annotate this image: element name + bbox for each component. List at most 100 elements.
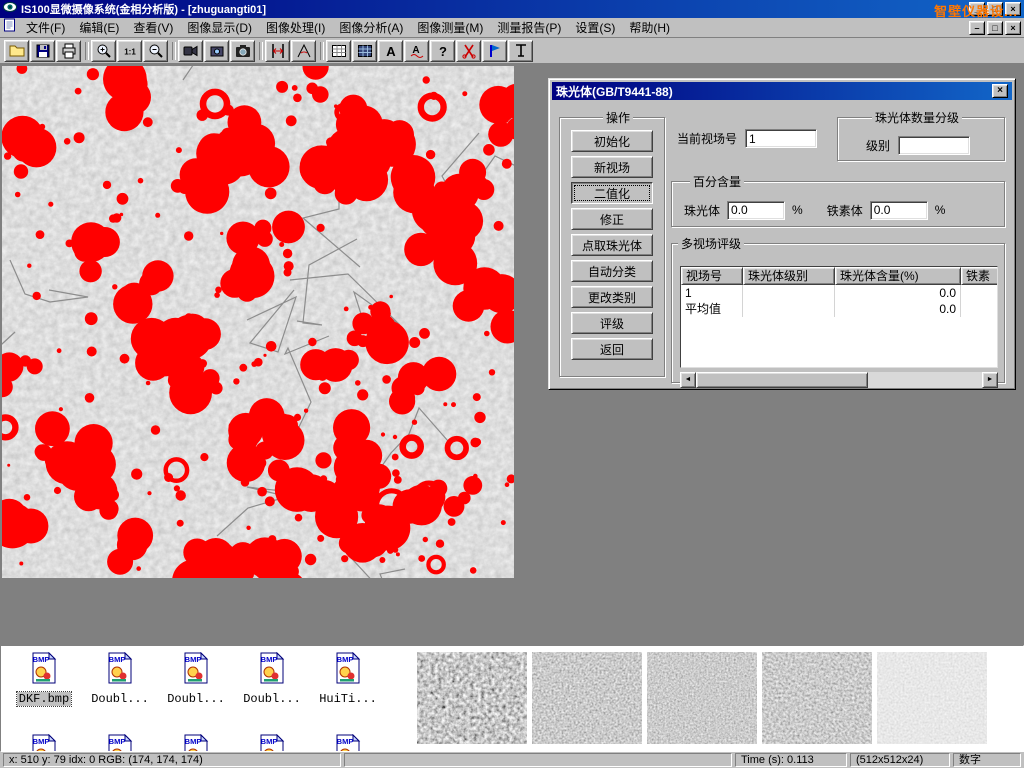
mdi-minimize-button[interactable]: – bbox=[969, 21, 985, 35]
menu-item[interactable]: 图像处理(I) bbox=[259, 17, 332, 38]
annotate-icon[interactable]: A bbox=[404, 40, 429, 62]
current-field-input[interactable] bbox=[745, 129, 817, 148]
toolbar-separator bbox=[82, 40, 91, 62]
zoom-in-icon[interactable] bbox=[91, 40, 116, 62]
file-item[interactable]: BMPDoubl... bbox=[235, 652, 309, 707]
column-header[interactable]: 视场号 bbox=[681, 267, 743, 285]
file-label: Doubl... bbox=[241, 692, 303, 706]
table-cell bbox=[743, 301, 835, 317]
menu-item[interactable]: 编辑(E) bbox=[72, 17, 126, 38]
grid-icon[interactable] bbox=[326, 40, 351, 62]
file-item[interactable]: BMPDoubl... bbox=[159, 652, 233, 707]
file-item-partial[interactable]: BMP bbox=[311, 734, 385, 752]
ferrite-field: 铁素体% bbox=[827, 201, 946, 220]
thumbnail-sample-2[interactable] bbox=[532, 652, 642, 744]
rate-button[interactable]: 评级 bbox=[571, 312, 653, 334]
bmp-file-icon: BMP bbox=[104, 652, 136, 684]
file-item[interactable]: BMPHuiTi... bbox=[311, 652, 385, 707]
cut-icon[interactable] bbox=[456, 40, 481, 62]
thumbnail-sample-3[interactable] bbox=[647, 652, 757, 744]
change-class-button[interactable]: 更改类别 bbox=[571, 286, 653, 308]
help-icon[interactable]: ? bbox=[430, 40, 455, 62]
caliper-icon[interactable] bbox=[265, 40, 290, 62]
svg-text:BMP: BMP bbox=[185, 737, 202, 746]
document-icon bbox=[3, 18, 16, 37]
file-item-partial[interactable]: BMP bbox=[7, 734, 81, 752]
dialog-close-button[interactable]: × bbox=[992, 84, 1008, 98]
camera-icon[interactable] bbox=[230, 40, 255, 62]
dialog-titlebar[interactable]: 珠光体(GB/T9441-88) × bbox=[552, 82, 1012, 100]
bmp-file-icon: BMP bbox=[332, 734, 364, 752]
correct-button[interactable]: 修正 bbox=[571, 208, 653, 230]
status-spacer bbox=[344, 753, 732, 767]
table-hscrollbar[interactable]: ◄ ► bbox=[680, 372, 998, 388]
file-item[interactable]: BMPDKF.bmp bbox=[7, 652, 81, 707]
grid-dark-icon[interactable] bbox=[352, 40, 377, 62]
image-capture-icon[interactable] bbox=[204, 40, 229, 62]
marker-icon[interactable] bbox=[482, 40, 507, 62]
menu-item[interactable]: 图像显示(D) bbox=[180, 17, 259, 38]
table-cell: 0.0 bbox=[835, 285, 961, 301]
percent-group: 百分含量 珠光体%铁素体% bbox=[671, 173, 1005, 227]
thumbnail-sample-5[interactable] bbox=[877, 652, 987, 744]
table-row[interactable]: 10.0 bbox=[681, 285, 998, 301]
pearlite-input[interactable] bbox=[727, 201, 785, 220]
font-icon[interactable]: A bbox=[378, 40, 403, 62]
pick-pearlite-button[interactable]: 点取珠光体 bbox=[571, 234, 653, 256]
metallographic-image[interactable] bbox=[2, 66, 514, 578]
file-item-partial[interactable]: BMP bbox=[159, 734, 233, 752]
percent-unit-label: % bbox=[935, 203, 946, 217]
thumbnail-sample-4[interactable] bbox=[762, 652, 872, 744]
print-icon[interactable] bbox=[56, 40, 81, 62]
bmp-file-icon: BMP bbox=[28, 652, 60, 684]
init-button[interactable]: 初始化 bbox=[571, 130, 653, 152]
file-label: Doubl... bbox=[165, 692, 227, 706]
open-icon[interactable] bbox=[4, 40, 29, 62]
pearlite-field: 珠光体% bbox=[684, 201, 803, 220]
table-cell bbox=[961, 285, 998, 301]
file-item-partial[interactable]: BMP bbox=[83, 734, 157, 752]
app-logo-icon bbox=[3, 0, 17, 19]
scroll-track[interactable] bbox=[696, 372, 982, 388]
file-label: HuiTi... bbox=[317, 692, 379, 706]
return-button[interactable]: 返回 bbox=[571, 338, 653, 360]
zoom-out-icon[interactable] bbox=[143, 40, 168, 62]
menu-item[interactable]: 帮助(H) bbox=[622, 17, 677, 38]
multifield-group-label: 多视场评级 bbox=[678, 235, 744, 252]
app-window: IS100显微摄像系统(金相分析版) - [zhuguangti01] _ □ … bbox=[0, 0, 1024, 768]
column-header[interactable]: 铁素 bbox=[961, 267, 998, 285]
new-field-button[interactable]: 新视场 bbox=[571, 156, 653, 178]
video-capture-icon[interactable] bbox=[178, 40, 203, 62]
column-header[interactable]: 珠光体级别 bbox=[743, 267, 835, 285]
scroll-thumb[interactable] bbox=[696, 372, 868, 388]
file-item-partial[interactable]: BMP bbox=[235, 734, 309, 752]
menu-item[interactable]: 图像测量(M) bbox=[410, 17, 490, 38]
thumbnail-sample-1[interactable] bbox=[417, 652, 527, 744]
table-row[interactable]: 平均值0.0 bbox=[681, 301, 998, 317]
mdi-restore-button[interactable]: □ bbox=[987, 21, 1003, 35]
file-list-second-row: BMPBMPBMPBMPBMP bbox=[7, 734, 387, 752]
grade-level-input[interactable] bbox=[898, 136, 970, 155]
file-list: BMPDKF.bmpBMPDoubl...BMPDoubl...BMPDoubl… bbox=[7, 652, 387, 707]
column-header[interactable]: 珠光体含量(%) bbox=[835, 267, 961, 285]
angle-measure-icon[interactable] bbox=[291, 40, 316, 62]
mdi-close-button[interactable]: × bbox=[1005, 21, 1021, 35]
binarize-button[interactable]: 二值化 bbox=[571, 182, 653, 204]
cursor-position-readout: x: 510 y: 79 idx: 0 RGB: (174, 174, 174) bbox=[3, 753, 341, 767]
status-time: Time (s): 0.113 bbox=[735, 753, 847, 767]
file-item[interactable]: BMPDoubl... bbox=[83, 652, 157, 707]
menu-item[interactable]: 文件(F) bbox=[19, 17, 72, 38]
table-cell: 平均值 bbox=[681, 301, 743, 317]
ferrite-input[interactable] bbox=[870, 201, 928, 220]
menu-items: 文件(F)编辑(E)查看(V)图像显示(D)图像处理(I)图像分析(A)图像测量… bbox=[19, 17, 969, 38]
save-icon[interactable] bbox=[30, 40, 55, 62]
menu-item[interactable]: 图像分析(A) bbox=[332, 17, 410, 38]
auto-classify-button[interactable]: 自动分类 bbox=[571, 260, 653, 282]
one-to-one-icon[interactable]: 1:1 bbox=[117, 40, 142, 62]
menu-item[interactable]: 查看(V) bbox=[126, 17, 180, 38]
stand-icon[interactable] bbox=[508, 40, 533, 62]
scroll-left-button[interactable]: ◄ bbox=[680, 372, 696, 388]
scroll-right-button[interactable]: ► bbox=[982, 372, 998, 388]
menu-item[interactable]: 设置(S) bbox=[568, 17, 622, 38]
menu-item[interactable]: 测量报告(P) bbox=[490, 17, 568, 38]
